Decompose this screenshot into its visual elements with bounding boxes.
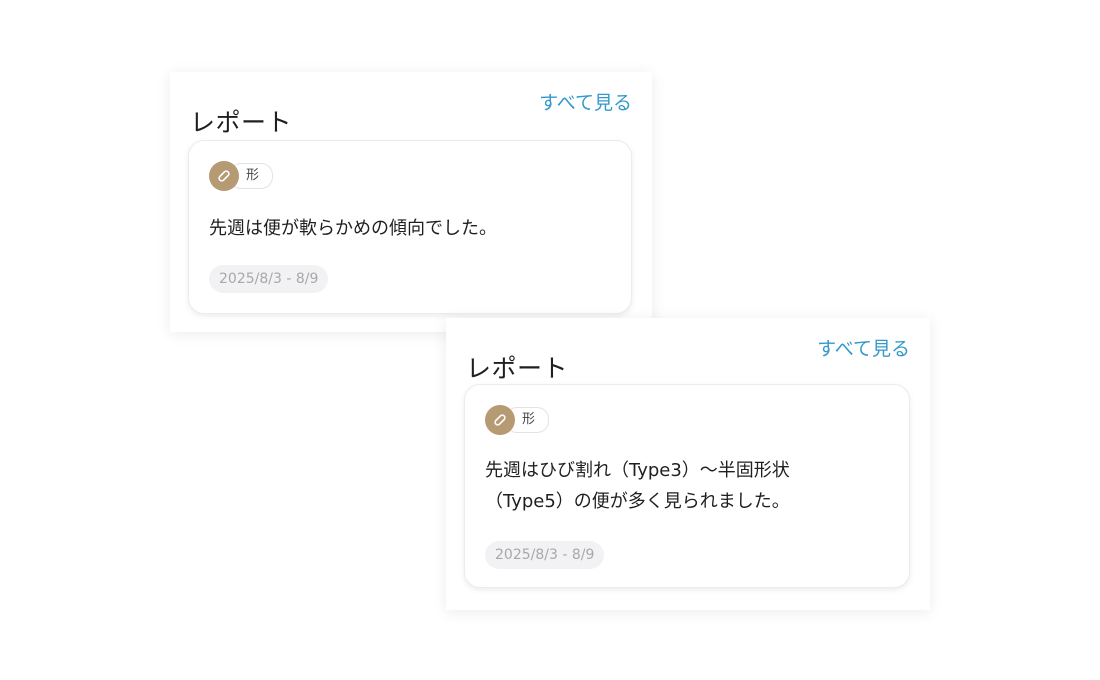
report-summary: 先週はひび割れ（Type3）〜半固形状 （Type5）の便が多く見られました。 — [485, 455, 889, 517]
report-summary-line-2: （Type5）の便が多く見られました。 — [485, 491, 790, 512]
category-tag: 形 — [209, 161, 274, 191]
capsule-icon — [209, 161, 239, 191]
capsule-icon — [485, 405, 515, 435]
report-panel: レポート すべて見る 形 先週は便が軟らかめの傾向でした。 2025/8/3 -… — [170, 72, 652, 332]
date-range-badge: 2025/8/3 - 8/9 — [485, 541, 605, 569]
panel-title: レポート — [466, 353, 569, 383]
panel-title: レポート — [190, 107, 293, 137]
date-range-badge: 2025/8/3 - 8/9 — [209, 265, 329, 293]
report-card[interactable]: 形 先週は便が軟らかめの傾向でした。 2025/8/3 - 8/9 — [188, 140, 632, 314]
report-card[interactable]: 形 先週はひび割れ（Type3）〜半固形状 （Type5）の便が多く見られました… — [464, 384, 910, 588]
see-all-link[interactable]: すべて見る — [539, 90, 632, 116]
report-summary-line-1: 先週はひび割れ（Type3）〜半固形状 — [485, 460, 790, 481]
category-tag: 形 — [485, 405, 550, 435]
report-summary: 先週は便が軟らかめの傾向でした。 — [209, 218, 497, 239]
report-panel: レポート すべて見る 形 先週はひび割れ（Type3）〜半固形状 （Type5）… — [446, 318, 930, 610]
see-all-link[interactable]: すべて見る — [817, 336, 910, 362]
